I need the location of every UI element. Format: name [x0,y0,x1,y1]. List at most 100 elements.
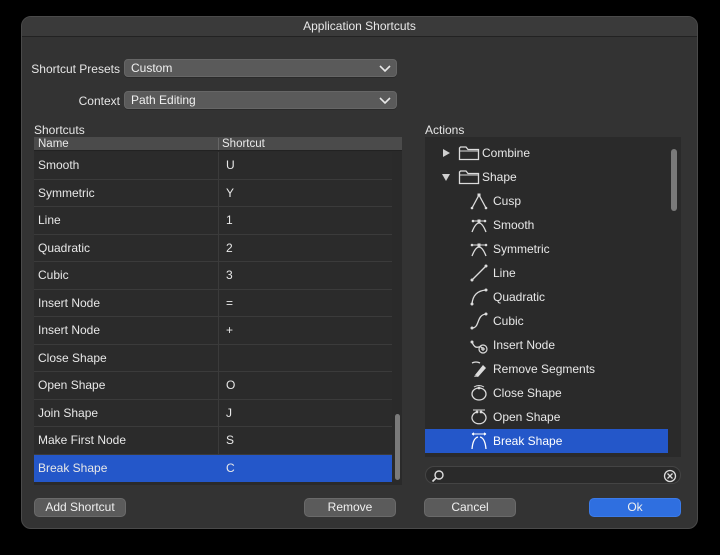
actions-title: Actions [425,123,465,137]
table-row[interactable]: Smooth U [34,152,392,180]
context-value: Path Editing [131,93,196,107]
open-shape-icon [471,409,487,425]
tree-item-next[interactable] [425,453,669,457]
tree-item-combine[interactable]: Combine [425,141,669,165]
row-name: Quadratic [38,240,91,255]
presets-popup[interactable]: Custom [124,59,397,77]
remove-button[interactable]: Remove [304,498,396,517]
tree-item-open-shape[interactable]: Open Shape [425,405,669,429]
row-name: Open Shape [38,378,106,392]
column-divider [218,179,219,206]
column-divider [218,207,219,234]
actions-search-field[interactable] [425,466,681,484]
scrollbar-thumb[interactable] [395,414,400,480]
actions-scrollbar[interactable] [668,137,680,457]
context-popup[interactable]: Path Editing [124,91,397,109]
table-row[interactable]: Open Shape O [34,372,392,400]
table-row[interactable]: Quadratic 2 [34,234,392,262]
tree-item-symmetric[interactable]: Symmetric [425,237,669,261]
row-shortcut[interactable]: 3 [226,262,233,289]
tree-item-close-shape[interactable]: Close Shape [425,381,669,405]
row-shortcut[interactable]: O [226,372,235,399]
table-row[interactable]: Cubic 3 [34,262,392,290]
cubic-segment-icon [470,312,488,330]
tree-item-insert-node[interactable]: Insert Node [425,333,669,357]
close-shape-icon [471,385,487,401]
row-name: Break Shape [38,460,108,475]
folder-icon [458,146,480,161]
table-row[interactable]: Join Shape J [34,399,392,427]
table-row[interactable]: Close Shape [34,344,392,372]
table-row[interactable]: Insert Node = [34,289,392,317]
tree-item-label: Cubic [493,314,524,328]
tree-item-line[interactable]: Line [425,261,669,285]
quadratic-segment-icon [470,288,488,306]
row-name: Close Shape [38,350,107,365]
row-shortcut[interactable]: C [226,455,235,482]
column-divider [218,262,219,289]
shortcuts-scrollbar[interactable] [392,152,402,485]
column-header-shortcut[interactable]: Shortcut [222,137,265,151]
tree-item-label: Shape [482,170,517,184]
column-header-name[interactable]: Name [38,137,69,151]
row-shortcut[interactable]: Y [226,180,234,207]
row-shortcut[interactable]: S [226,427,234,454]
row-name: Join Shape [38,405,99,420]
shortcuts-table: Name Shortcut Smooth U Symmetric Y Line 1 Q… [34,137,402,485]
shortcuts-rows: Smooth U Symmetric Y Line 1 Quadratic 2 Cubi… [34,152,392,482]
column-divider [218,138,219,150]
row-shortcut[interactable]: = [226,290,233,317]
row-shortcut[interactable]: 1 [226,207,233,234]
tree-item-label: Open Shape [493,410,561,424]
table-row[interactable]: Line 1 [34,207,392,235]
shortcuts-title: Shortcuts [34,123,85,137]
table-row[interactable]: Insert Node + [34,317,392,345]
symmetric-node-icon [470,243,488,257]
tree-item-remove-segments[interactable]: Remove Segments [425,357,669,381]
presets-label: Shortcut Presets [31,62,120,76]
row-name: Insert Node [38,295,101,310]
row-name: Symmetric [38,185,95,200]
row-shortcut[interactable]: U [226,152,235,179]
search-input[interactable] [450,468,650,482]
tree-item-quadratic[interactable]: Quadratic [425,285,669,309]
column-divider [218,289,219,316]
tree-item-label: Quadratic [493,290,546,304]
row-shortcut[interactable]: 2 [226,235,233,262]
clear-search-icon[interactable] [663,469,677,483]
tree-item-break-shape[interactable]: Break Shape [425,429,669,453]
cusp-node-icon [470,193,488,210]
tree-item-cusp[interactable]: Cusp [425,189,669,213]
chevron-down-icon [379,65,391,73]
row-name: Cubic [38,268,69,282]
add-shortcut-button[interactable]: Add Shortcut [34,498,126,517]
window-title: Application Shortcuts [22,17,697,37]
presets-value: Custom [131,61,173,75]
row-shortcut[interactable]: + [226,317,233,344]
table-row-selected[interactable]: Break Shape C [34,454,392,482]
tree-item-label: Cusp [493,194,522,208]
ok-button[interactable]: Ok [589,498,681,517]
tree-item-smooth[interactable]: Smooth [425,213,669,237]
tree-item-label: Remove Segments [493,362,596,376]
cancel-button[interactable]: Cancel [424,498,516,517]
column-divider [218,317,219,344]
table-row[interactable]: Symmetric Y [34,179,392,207]
column-divider [218,427,219,454]
tree-item-cubic[interactable]: Cubic [425,309,669,333]
actions-tree: Combine Shape Cusp Smooth Symmetric Line [425,137,681,457]
scrollbar-thumb[interactable] [671,149,677,211]
column-divider [218,372,219,399]
disclosure-right-icon[interactable] [441,148,451,158]
tree-item-label: Combine [482,146,531,160]
tree-item-shape[interactable]: Shape [425,165,669,189]
disclosure-down-icon[interactable] [441,172,451,182]
application-shortcuts-dialog: Application Shortcuts Shortcut Presets C… [21,16,698,529]
node-icon [470,456,488,457]
table-row[interactable]: Make First Node S [34,427,392,455]
row-shortcut[interactable]: J [226,400,232,427]
column-divider [218,399,219,426]
column-divider [218,234,219,261]
tree-item-label: Symmetric [493,242,550,256]
tree-item-label: Smooth [493,218,535,232]
